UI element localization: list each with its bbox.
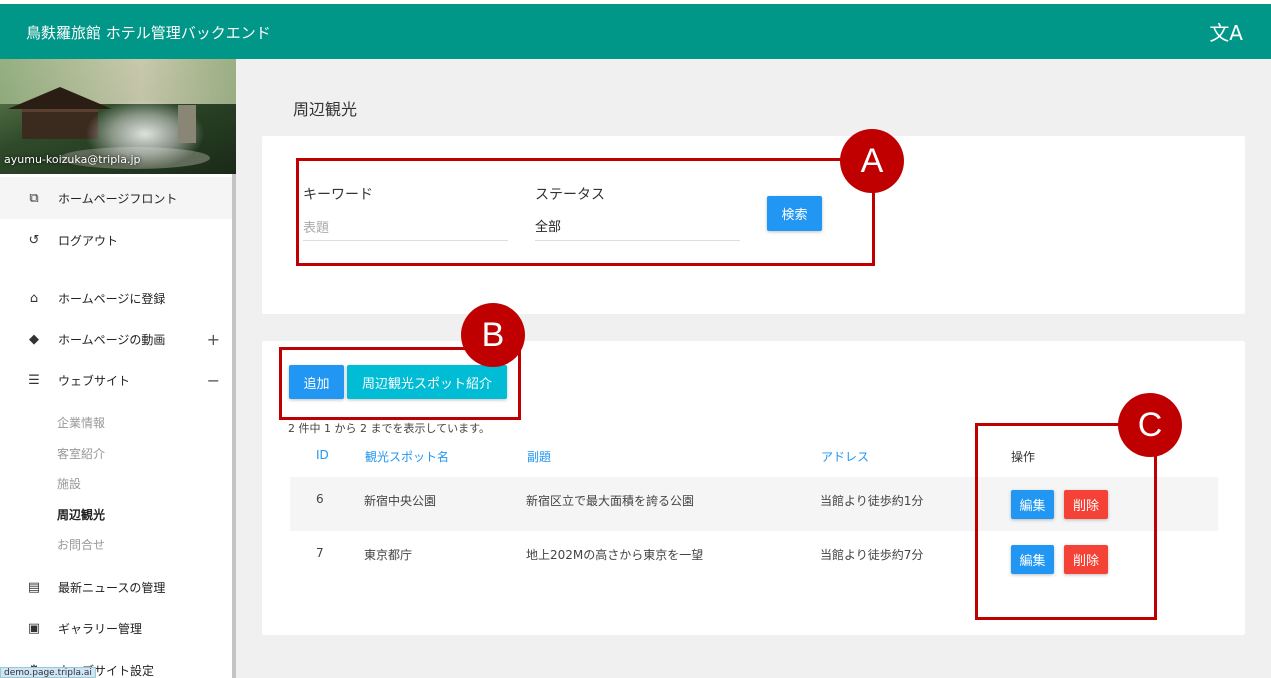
history-icon: ↺: [28, 232, 40, 248]
expand-icon[interactable]: +: [207, 330, 220, 349]
external-link-icon: ⧉: [29, 190, 39, 206]
sidebar-item-label: ホームページの動画: [58, 332, 166, 347]
sidebar-item-label: ホームページに登録: [58, 291, 166, 306]
column-header-address[interactable]: アドレス: [821, 448, 869, 465]
column-header-name[interactable]: 観光スポット名: [365, 448, 449, 465]
image-icon: ▣: [27, 620, 41, 636]
cell-address: 当館より徒歩約1分: [820, 494, 924, 508]
column-header-id[interactable]: ID: [316, 448, 329, 462]
sidebar-item-label: 最新ニュースの管理: [58, 580, 166, 595]
table-info: 2 件中 1 から 2 までを表示しています。: [288, 422, 491, 435]
page-title: 周辺観光: [293, 100, 358, 119]
cell-name: 東京都庁: [364, 548, 413, 562]
sidebar-subitem-rooms[interactable]: 客室紹介: [57, 445, 105, 462]
cell-id: 7: [316, 546, 324, 560]
sidebar-item-gallery[interactable]: ▣ ギャラリー管理: [0, 607, 232, 649]
list-icon: ☰: [28, 372, 40, 388]
annotation-box-c: [975, 423, 1157, 620]
status-url: demo.page.tripla.ai: [0, 667, 96, 678]
cell-subtitle: 新宿区立で最大面積を誇る公園: [526, 494, 695, 508]
sidebar-item-homepage-video[interactable]: ◆ ホームページの動画 +: [0, 318, 232, 360]
cell-subtitle: 地上202Mの高さから東京を一望: [526, 548, 704, 562]
sidebar-subitem-company[interactable]: 企業情報: [57, 414, 105, 431]
news-icon: ▤: [27, 579, 41, 595]
cell-address: 当館より徒歩約7分: [820, 548, 924, 562]
hero-roof: [8, 87, 112, 109]
sidebar-item-label: ホームページフロント: [58, 191, 178, 206]
sidebar-item-homepage-front[interactable]: ⧉ ホームページフロント: [0, 177, 232, 219]
user-email: ayumu-koizuka@tripla.jp: [4, 153, 141, 166]
sidebar-subitem-facilities[interactable]: 施設: [57, 475, 81, 492]
collapse-icon[interactable]: −: [207, 371, 220, 390]
sidebar-subitem-sightseeing[interactable]: 周辺観光: [57, 506, 105, 523]
sidebar-item-label: ログアウト: [58, 233, 119, 248]
annotation-badge-a: A: [840, 129, 904, 193]
cell-name: 新宿中央公園: [364, 494, 437, 508]
sidebar: ayumu-koizuka@tripla.jp ⧉ ホームページフロント ↺ ロ…: [0, 59, 236, 678]
sidebar-item-news[interactable]: ▤ 最新ニュースの管理: [0, 566, 232, 608]
sidebar-scrollbar[interactable]: [232, 174, 236, 678]
column-header-subtitle[interactable]: 副題: [527, 448, 551, 465]
sidebar-item-label: ギャラリー管理: [58, 621, 143, 636]
home-icon: ⌂: [29, 290, 39, 306]
sidebar-item-homepage-register[interactable]: ⌂ ホームページに登録: [0, 277, 232, 319]
sidebar-item-website[interactable]: ☰ ウェブサイト −: [0, 359, 232, 401]
annotation-box-a: [296, 158, 875, 266]
annotation-badge-c: C: [1118, 393, 1182, 457]
sidebar-item-label: ウェブサイト: [58, 373, 131, 388]
annotation-badge-b: B: [461, 303, 525, 367]
cell-id: 6: [316, 492, 324, 506]
sidebar-hero-image: ayumu-koizuka@tripla.jp: [0, 59, 236, 174]
hero-lantern: [178, 105, 196, 143]
layers-icon: ◆: [29, 331, 39, 347]
app-header: 鳥麩羅旅館 ホテル管理バックエンド 文A: [0, 0, 1271, 59]
sidebar-item-logout[interactable]: ↺ ログアウト: [0, 219, 232, 261]
app-title: 鳥麩羅旅館 ホテル管理バックエンド: [26, 24, 271, 42]
sidebar-subitem-contact[interactable]: お問合せ: [57, 536, 105, 553]
translate-icon[interactable]: 文A: [1209, 17, 1243, 46]
